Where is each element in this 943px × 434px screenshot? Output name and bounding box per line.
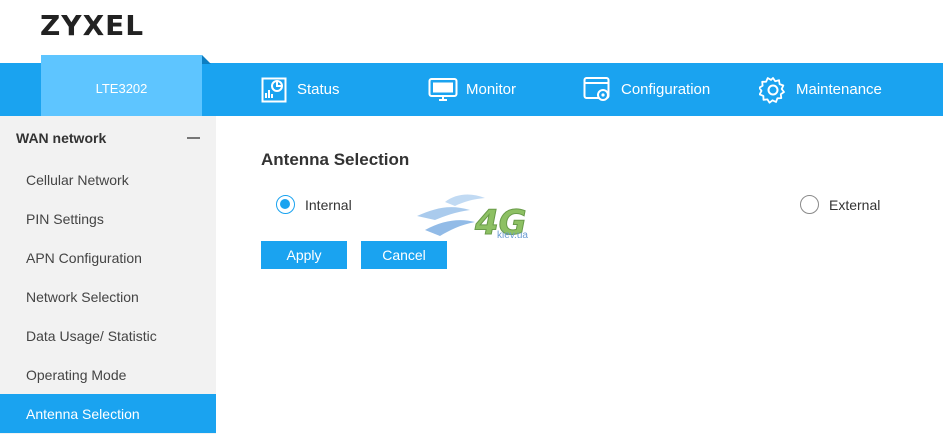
nav-status[interactable]: Status bbox=[259, 63, 340, 116]
status-icon bbox=[259, 75, 289, 105]
sidebar-item-network-selection[interactable]: Network Selection bbox=[0, 277, 216, 316]
sidebar-item-operating-mode[interactable]: Operating Mode bbox=[0, 355, 216, 394]
sidebar-item-label: Network Selection bbox=[26, 288, 139, 305]
radio-external-label: External bbox=[829, 196, 881, 213]
device-model-label: LTE3202 bbox=[95, 81, 148, 96]
gear-icon bbox=[758, 75, 788, 105]
nav-configuration-label: Configuration bbox=[621, 81, 711, 98]
sidebar-item-pin-settings[interactable]: PIN Settings bbox=[0, 199, 216, 238]
sidebar-item-label: Operating Mode bbox=[26, 366, 127, 383]
sidebar-section-title: WAN network bbox=[16, 130, 107, 146]
nav-maintenance-label: Maintenance bbox=[796, 81, 882, 98]
apply-button[interactable]: Apply bbox=[261, 241, 347, 269]
nav-monitor[interactable]: Monitor bbox=[428, 63, 516, 116]
radio-external[interactable]: External bbox=[800, 195, 880, 214]
sidebar-item-label: APN Configuration bbox=[26, 249, 142, 266]
nav-maintenance[interactable]: Maintenance bbox=[758, 63, 882, 116]
device-model-tab[interactable]: LTE3202 bbox=[41, 55, 211, 116]
watermark-domain: kiev.ua bbox=[497, 230, 528, 241]
nav-monitor-label: Monitor bbox=[466, 81, 517, 98]
sidebar-item-label: Cellular Network bbox=[26, 171, 129, 188]
sidebar-item-label: Data Usage/ Statistic bbox=[26, 327, 157, 344]
sidebar-item-label: Antenna Selection bbox=[26, 405, 140, 422]
configuration-icon bbox=[583, 75, 613, 105]
radio-checked-icon[interactable] bbox=[276, 195, 295, 214]
nav-status-label: Status bbox=[297, 81, 340, 98]
sidebar-item-antenna-selection[interactable]: Antenna Selection bbox=[0, 394, 216, 433]
cancel-button[interactable]: Cancel bbox=[361, 241, 447, 269]
nav-configuration[interactable]: Configuration bbox=[583, 63, 710, 116]
radio-internal[interactable]: Internal bbox=[276, 195, 352, 214]
sidebar-item-cellular-network[interactable]: Cellular Network bbox=[0, 160, 216, 199]
main-content: Antenna Selection Internal External Appl… bbox=[216, 116, 943, 434]
sidebar: WAN network Cellular Network PIN Setting… bbox=[0, 116, 216, 434]
sidebar-item-apn-configuration[interactable]: APN Configuration bbox=[0, 238, 216, 277]
sidebar-item-label: PIN Settings bbox=[26, 210, 104, 227]
radio-internal-label: Internal bbox=[305, 196, 352, 213]
zyxel-logo: ZYXEL bbox=[40, 9, 145, 42]
sidebar-section-wan-network[interactable]: WAN network bbox=[0, 116, 216, 160]
radio-unchecked-icon[interactable] bbox=[800, 195, 819, 214]
collapse-icon[interactable] bbox=[187, 137, 200, 139]
sidebar-item-data-usage-statistic[interactable]: Data Usage/ Statistic bbox=[0, 316, 216, 355]
monitor-icon bbox=[428, 75, 458, 105]
page-title: Antenna Selection bbox=[261, 150, 410, 169]
